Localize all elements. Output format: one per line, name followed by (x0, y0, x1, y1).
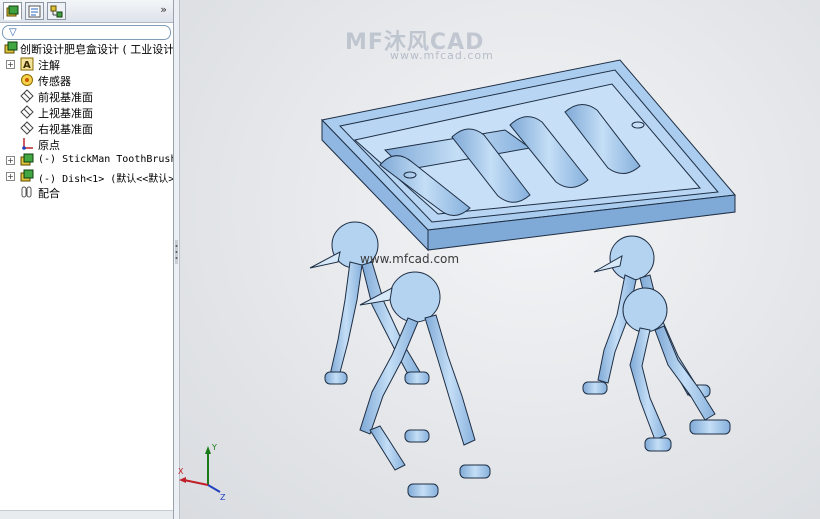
tree-item-label: 传感器 (38, 75, 71, 88)
y-axis-label: Y (211, 443, 217, 452)
annotation-icon: A (20, 57, 34, 71)
tree-item-sensors[interactable]: 传感器 (0, 72, 173, 88)
origin-icon (22, 138, 33, 150)
tab-configuration-manager[interactable] (47, 2, 66, 20)
filter-bar: ▽ (0, 23, 173, 41)
part-icon (20, 169, 34, 182)
z-axis-label: Z (220, 493, 226, 500)
mate-icon (21, 186, 32, 198)
z-axis-icon (207, 484, 221, 493)
tree-item-label: 原点 (38, 139, 60, 152)
horizontal-scrollbar[interactable] (0, 510, 173, 519)
plane-icon (20, 89, 34, 103)
part-icon (20, 153, 34, 166)
plane-icon (20, 105, 34, 119)
feature-manager-tabbar: » (0, 0, 173, 23)
watermark-center: www.mfcad.com (360, 252, 460, 266)
feature-manager-panel: » ▽ 创断设计肥皂盒设计 ( 工业设计 + A 注解 传感器 前视基准面 上视… (0, 0, 174, 519)
tree-item-label: 右视基准面 (38, 123, 93, 136)
tree-item-label: (-) Dish<1> (默认<<默认>_ (38, 174, 173, 184)
x-axis-label: X (178, 467, 184, 476)
tree-item-right-plane[interactable]: 右视基准面 (0, 120, 173, 136)
svg-text:A: A (23, 60, 31, 71)
sensor-icon (21, 74, 33, 86)
collapse-panel-button[interactable]: » (160, 3, 167, 16)
soap-dish-model[interactable] (180, 0, 820, 519)
tree-item-label: (-) StickMan ToothBrush H (38, 154, 173, 165)
dish-body (321, 59, 736, 252)
x-axis-icon (183, 479, 209, 486)
axis-triad: Y X Z (178, 443, 226, 500)
tree-item-annotations[interactable]: + A 注解 (0, 56, 173, 72)
expand-toggle[interactable]: + (6, 60, 15, 69)
tree-item-label: 配合 (38, 187, 60, 200)
expand-toggle[interactable]: + (6, 156, 15, 165)
tree-item-mates[interactable]: 配合 (0, 184, 173, 200)
tree-item-part-root[interactable]: 创断设计肥皂盒设计 ( 工业设计 (0, 40, 173, 56)
tree-item-label: 上视基准面 (38, 107, 93, 120)
part-icon (4, 41, 18, 54)
filter-input[interactable]: ▽ (2, 25, 171, 40)
tree-item-label: 前视基准面 (38, 91, 93, 104)
feature-tree: 创断设计肥皂盒设计 ( 工业设计 + A 注解 传感器 前视基准面 上视基准面 … (0, 40, 173, 200)
tree-item-label: 注解 (38, 59, 60, 72)
configuration-manager-icon (50, 5, 63, 18)
tree-item-front-plane[interactable]: 前视基准面 (0, 88, 173, 104)
tree-item-origin[interactable]: 原点 (0, 136, 173, 152)
tree-item-top-plane[interactable]: 上视基准面 (0, 104, 173, 120)
tree-item-label: 创断设计肥皂盒设计 ( 工业设计 (20, 43, 173, 56)
expand-toggle[interactable]: + (6, 172, 15, 181)
splitter-grip-icon[interactable] (174, 238, 179, 266)
filter-icon[interactable]: ▽ (9, 27, 17, 38)
property-manager-icon (28, 5, 41, 18)
tab-feature-tree[interactable] (3, 2, 22, 20)
feature-tree-icon (6, 5, 19, 17)
tab-property-manager[interactable] (25, 2, 44, 20)
plane-icon (20, 121, 34, 135)
tree-item-stickman-component[interactable]: + (-) StickMan ToothBrush H (0, 152, 173, 168)
tree-item-dish-component[interactable]: + (-) Dish<1> (默认<<默认>_ (0, 168, 173, 184)
